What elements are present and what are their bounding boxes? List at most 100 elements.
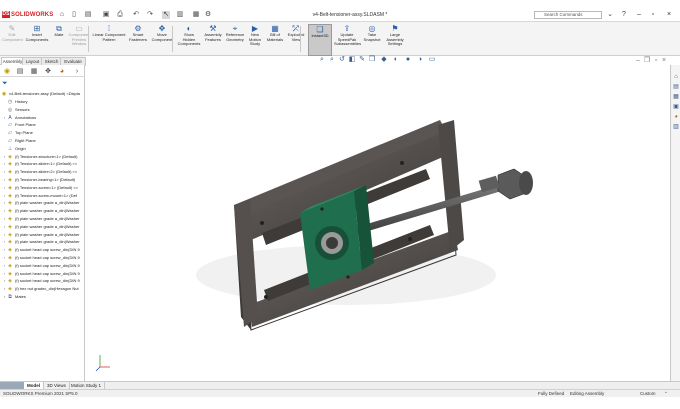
feature-manager-tree-icon[interactable]: ◉ <box>2 67 12 76</box>
zoom-to-fit-icon[interactable]: ⌕ <box>318 56 326 64</box>
tree-item[interactable]: ⊥ Origin <box>2 145 26 153</box>
previous-view-icon[interactable]: ↺ <box>338 56 346 64</box>
tree-item[interactable]: ▱ Top Plane <box>2 129 33 137</box>
hide-show-items-icon[interactable]: ◐ <box>392 56 400 64</box>
view-orientation-icon[interactable]: ❒ <box>368 56 376 64</box>
tree-item[interactable]: › ◈ (f) plain washer grade a_din(Washer <box>2 199 80 207</box>
tree-item[interactable]: › ◈ (f) socket head cap screw_din(DIN 9 <box>2 262 80 270</box>
tree-item[interactable]: › ◈ (f) Tensioner-screw<1> (Default) << <box>2 184 78 192</box>
dimxpert-icon[interactable]: ✥ <box>43 67 53 76</box>
cmd-assembly-features-button[interactable]: ⚒ Assembly Features <box>203 24 223 54</box>
cmd-preview-window-button[interactable]: ▭ Component Preview Window <box>68 24 90 54</box>
display-style-icon[interactable]: ◆ <box>380 56 388 64</box>
section-view-icon[interactable]: ◧ <box>348 56 356 64</box>
cmd-mate-button[interactable]: ⧉ Mate <box>52 24 66 54</box>
cmd-smart-fasteners-button[interactable]: ⚙ Smart Fasteners <box>128 24 148 54</box>
edit-appearance-icon[interactable]: ● <box>404 56 412 64</box>
solidworks-logo[interactable]: DSSOLIDWORKS <box>2 11 53 19</box>
options-gear-icon[interactable]: ⚙ <box>204 11 212 19</box>
filter-icon[interactable]: ⏷ <box>2 80 12 88</box>
cmd-linear-pattern-button[interactable]: ⁞ Linear Component Pattern <box>92 24 126 54</box>
help-icon[interactable]: ? <box>620 11 628 19</box>
tree-item[interactable]: › ◈ (f) socket head cap screw_din(DIN 9 <box>2 270 80 278</box>
dynamic-annotation-icon[interactable]: ✎ <box>358 56 366 64</box>
rebuild-icon[interactable]: ▥ <box>176 11 184 19</box>
minimize-icon[interactable]: – <box>634 11 644 19</box>
display-manager-icon[interactable]: ◕ <box>57 67 67 76</box>
home-icon[interactable]: ⌂ <box>58 11 66 19</box>
cmd-show-hidden-button[interactable]: ◐ Show Hidden Components <box>176 24 202 54</box>
tree-item[interactable]: ◎ Sensors <box>2 106 30 114</box>
cmd-insert-components-button[interactable]: ⊞ Insert Components <box>24 24 50 54</box>
save-icon[interactable]: ▣ <box>102 11 110 19</box>
tree-item[interactable]: › ◈ (f) socket head cap screw_din(DIN 9 <box>2 254 80 262</box>
bolt <box>408 237 412 241</box>
tree-item[interactable]: › ◈ (f) plain washer grade a_din(Washer <box>2 223 80 231</box>
viewport-maximize-icon[interactable]: ▫ <box>652 57 660 65</box>
zoom-area-icon[interactable]: ⌕ <box>328 56 336 64</box>
tree-item-label: (f) socket head cap screw_din(DIN 9 <box>15 278 80 284</box>
cmd-motion-study-button[interactable]: ▶ New Motion Study <box>246 24 264 54</box>
restore-icon[interactable]: ▫ <box>648 11 658 19</box>
viewport-restore-icon[interactable]: ❐ <box>643 57 651 65</box>
solidworks-resources-icon[interactable]: ⌂ <box>672 73 680 81</box>
search-dropdown-icon[interactable]: ⌄ <box>606 11 614 19</box>
cmd-exploded-view-button[interactable]: ⤱ Exploded View <box>286 24 306 54</box>
new-document-icon[interactable]: ▯ <box>70 11 78 19</box>
tree-item[interactable]: ▱ Front Plane <box>2 121 36 129</box>
tree-item[interactable]: › ◈ (f) Tensioner-bearing<1> (Default) <box>2 176 75 184</box>
tree-item[interactable]: › A Annotations <box>2 114 36 122</box>
appearances-icon[interactable]: ◕ <box>672 113 680 121</box>
tree-item[interactable]: ▱ Right Plane <box>2 137 36 145</box>
tree-item-label: (f) Tensioner-screw<1> (Default) << <box>15 184 79 190</box>
cmd-large-assembly-button[interactable]: ⚑ Large Assembly Settings <box>384 24 406 54</box>
tree-item[interactable]: › ◈ (f) Tensioner-structure<1> (Default) <box>2 153 78 161</box>
cmd-snapshot-button[interactable]: ◎ Take Snapshot <box>362 24 382 54</box>
tree-item[interactable]: › ⧉ Mates <box>2 293 26 301</box>
cmd-bill-of-materials-button[interactable]: ▦ Bill of Materials <box>266 24 284 54</box>
open-icon[interactable]: ▤ <box>84 11 92 19</box>
tree-item[interactable]: › ◈ (f) socket head cap screw_din(DIN 9 <box>2 277 80 285</box>
file-explorer-icon[interactable]: ▦ <box>672 93 680 101</box>
design-library-icon[interactable]: ▤ <box>672 83 680 91</box>
tree-item[interactable]: › ◈ (f) Tensioner-slider<2> (Default) << <box>2 168 77 176</box>
tree-item[interactable]: › ◈ (f) Tensioner-screw-mount<1> (Def <box>2 192 77 200</box>
property-manager-icon[interactable]: ▤ <box>15 67 25 76</box>
print-icon[interactable]: ⎙ <box>116 11 124 19</box>
view-settings-icon[interactable]: ▭ <box>428 56 436 64</box>
triad-z-axis <box>95 366 101 372</box>
configuration-manager-icon[interactable]: ▦ <box>29 67 39 76</box>
cmd-reference-geometry-button[interactable]: ⌖ Reference Geometry <box>224 24 246 54</box>
tree-root[interactable]: ◉ v4-Belt-tensioner-assy (Default) <Displ… <box>1 90 80 98</box>
panel-expand-icon[interactable]: › <box>72 67 82 76</box>
cmd-edit-component-button[interactable]: ✎ Edit Component <box>2 24 23 54</box>
file-properties-icon[interactable]: ▦ <box>192 11 200 19</box>
tree-item[interactable]: › ◈ (f) Tensioner-slider<1> (Default) << <box>2 160 77 168</box>
tree-item-label: Annotations <box>15 114 37 120</box>
close-icon[interactable]: × <box>664 11 674 19</box>
tree-item-label: (f) plain washer grade a_din(Washer <box>15 208 80 214</box>
viewport-minimize-icon[interactable]: – <box>634 57 642 65</box>
redo-icon[interactable]: ↷ <box>146 11 154 19</box>
cmd-move-component-button[interactable]: ✥ Move Component <box>150 24 174 54</box>
apply-scene-icon[interactable]: ◑ <box>416 56 424 64</box>
select-arrow-icon[interactable]: ↖ <box>162 11 170 19</box>
viewport-close-icon[interactable]: × <box>660 57 668 65</box>
tree-item-label: Right Plane <box>15 138 36 143</box>
tree-item[interactable]: › ◈ (f) socket head cap screw_din(DIN 9 <box>2 246 80 254</box>
search-input[interactable]: Search Commands <box>534 11 602 19</box>
bolt <box>260 221 264 225</box>
cmd-speedpak-button[interactable]: ⇪ Update SpeedPak Subassemblies <box>334 24 361 54</box>
undo-icon[interactable]: ↶ <box>132 11 140 19</box>
tree-item[interactable]: › ◈ (f) hex nut gradec_din(Hexagon Nut <box>2 285 79 293</box>
tree-item[interactable]: ◷ History <box>2 98 28 106</box>
tree-item[interactable]: › ◈ (f) plain washer grade a_din(Washer <box>2 207 80 215</box>
part-icon: ◈ <box>8 192 12 199</box>
view-palette-icon[interactable]: ▣ <box>672 103 680 111</box>
graphics-viewport[interactable] <box>86 65 670 381</box>
cmd-instant3d-button[interactable]: ❑ Instant3D <box>308 24 332 56</box>
custom-properties-icon[interactable]: ▥ <box>672 123 680 131</box>
tree-item[interactable]: › ◈ (f) plain washer grade a_din(Washer <box>2 231 80 239</box>
tree-item[interactable]: › ◈ (f) plain washer grade a_din(Washer <box>2 238 80 246</box>
tree-item[interactable]: › ◈ (f) plain washer grade a_din(Washer <box>2 215 80 223</box>
